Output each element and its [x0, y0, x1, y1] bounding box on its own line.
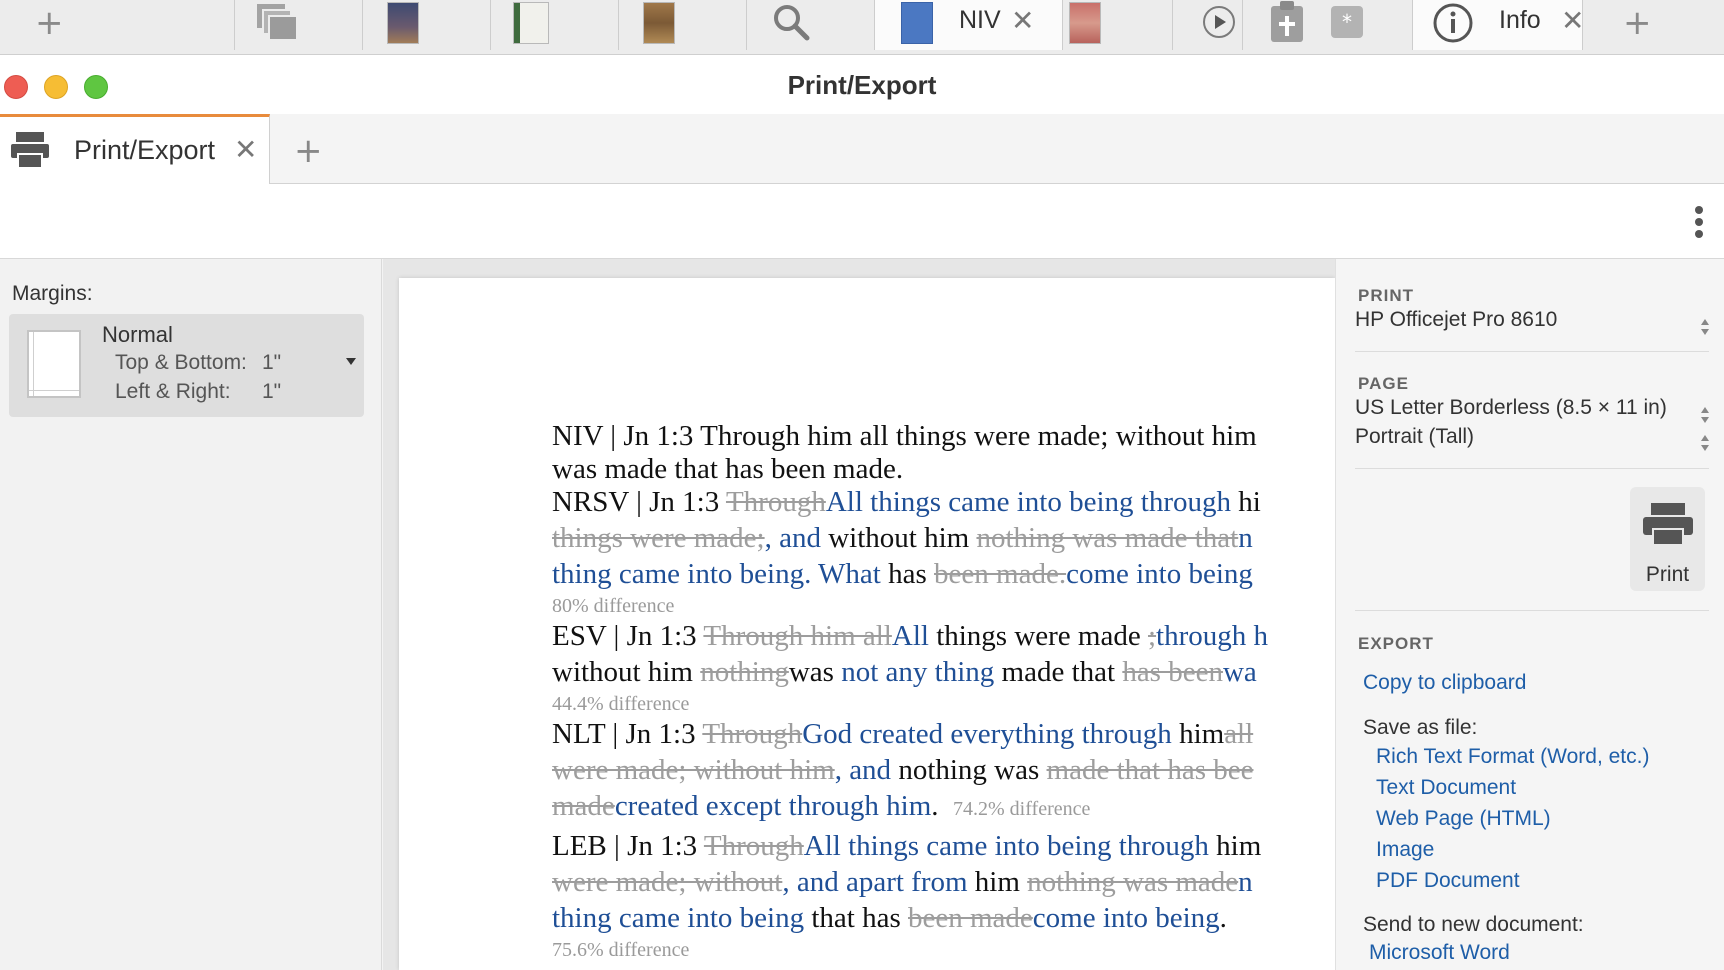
book-cover-thumbnail [1069, 2, 1101, 44]
top-bottom-value: 1" [262, 351, 282, 374]
nlt-line-3: madecreated except through him. 74.2% di… [552, 790, 1091, 822]
page-section-heading: PAGE [1358, 374, 1409, 393]
margin-preset-name: Normal [102, 322, 173, 347]
top-bottom-label: Top & Bottom: [115, 351, 247, 374]
plus-icon: + [35, 3, 64, 43]
add-tab-button[interactable]: + [294, 131, 323, 171]
book-cover-thumbnail [643, 2, 675, 44]
tab-clipboards[interactable]: * [1243, 0, 1413, 50]
printer-icon [1643, 503, 1693, 546]
divider [1355, 351, 1709, 352]
info-icon [1433, 3, 1473, 43]
stacked-windows-icon [257, 4, 298, 41]
print-section-heading: PRINT [1358, 286, 1414, 305]
tab-info-label: Info [1499, 6, 1541, 34]
svg-text:*: * [1342, 10, 1352, 34]
tab-info[interactable]: Info ✕ [1413, 0, 1584, 50]
tab-book-red[interactable] [1063, 0, 1173, 50]
tab-media[interactable] [1173, 0, 1243, 50]
tab-book-john[interactable] [363, 0, 491, 50]
export-section-heading: EXPORT [1358, 634, 1434, 653]
close-icon[interactable]: ✕ [1561, 4, 1584, 37]
save-as-file-label: Save as file: [1363, 716, 1478, 739]
more-options-icon[interactable] [1695, 206, 1705, 240]
tab-niv[interactable]: NIV ✕ [875, 0, 1063, 50]
left-right-value: 1" [262, 380, 282, 403]
copy-to-clipboard-link[interactable]: Copy to clipboard [1363, 671, 1526, 695]
close-icon[interactable]: ✕ [1011, 4, 1034, 37]
microsoft-word-link[interactable]: Microsoft Word [1369, 941, 1510, 965]
favorites-star-icon: * [1331, 6, 1363, 38]
save-pdf-link[interactable]: PDF Document [1376, 869, 1520, 893]
tab-book-brown[interactable] [619, 0, 747, 50]
print-export-panel [1335, 259, 1724, 970]
nrsv-difference: 80% difference [552, 595, 675, 617]
esv-line-1: ESV | Jn 1:3 Through him allAll things w… [552, 620, 1269, 652]
book-cover-thumbnail [513, 2, 549, 44]
nrsv-line-3: thing came into being. What has been mad… [552, 558, 1253, 590]
save-rtf-link[interactable]: Rich Text Format (Word, etc.) [1376, 745, 1649, 769]
left-right-label: Left & Right: [115, 380, 231, 403]
document-content: NIV | Jn 1:3 Through him all things were… [552, 420, 1335, 964]
niv-line-1: NIV | Jn 1:3 Through him all things were… [552, 420, 1257, 452]
tab-stacked-windows[interactable] [235, 0, 363, 50]
send-to-document-label: Send to new document: [1363, 913, 1584, 936]
orientation-select[interactable]: Portrait (Tall) [1355, 425, 1474, 449]
divider [1355, 610, 1709, 611]
esv-difference: 44.4% difference [552, 693, 690, 715]
play-icon [1203, 6, 1235, 38]
nlt-line-2: were made; without him, and nothing was … [552, 754, 1254, 786]
preview-page: NIV | Jn 1:3 Through him all things were… [399, 278, 1335, 970]
esv-line-2: without him nothingwas not any thing mad… [552, 656, 1257, 688]
nrsv-line-1: NRSV | Jn 1:3 ThroughAll things came int… [552, 486, 1261, 518]
save-text-link[interactable]: Text Document [1376, 776, 1516, 800]
orientation-stepper-icon[interactable] [1700, 435, 1710, 453]
nlt-line-1: NLT | Jn 1:3 ThroughGod created everythi… [552, 718, 1254, 750]
margins-label: Margins: [12, 282, 93, 305]
printer-stepper-icon[interactable] [1700, 319, 1710, 337]
tab-new[interactable]: + [7, 0, 235, 50]
clipboard-cross-icon [1271, 1, 1303, 42]
nrsv-line-2: things were made;, and without him nothi… [552, 522, 1253, 554]
app-window: + NIV ✕ * Info ✕ + Print/Export Print/Ex… [0, 0, 1724, 970]
paper-stepper-icon[interactable] [1700, 407, 1710, 425]
panel-toolbar [0, 184, 1724, 259]
page-margin-icon [27, 330, 81, 398]
leb-difference: 75.6% difference [552, 939, 690, 961]
printer-select[interactable]: HP Officejet Pro 8610 [1355, 308, 1557, 332]
tab-print-export-label: Print/Export [74, 135, 216, 165]
plus-icon: + [1623, 3, 1652, 43]
leb-line-2: were made; without, and apart from him n… [552, 866, 1253, 898]
window-title: Print/Export [787, 70, 937, 100]
printer-icon [11, 132, 49, 169]
save-image-link[interactable]: Image [1376, 838, 1434, 862]
search-icon [774, 5, 810, 41]
nlt-difference: 74.2% difference [953, 798, 1091, 820]
print-button-label: Print [1645, 563, 1690, 586]
tab-search[interactable] [747, 0, 875, 50]
tab-niv-label: NIV [959, 6, 1001, 34]
niv-bible-icon [901, 2, 933, 44]
paper-size-select[interactable]: US Letter Borderless (8.5 × 11 in) [1355, 396, 1667, 420]
leb-line-1: LEB | Jn 1:3 ThroughAll things came into… [552, 830, 1262, 862]
save-html-link[interactable]: Web Page (HTML) [1376, 807, 1551, 831]
leb-line-3: thing came into being that has been made… [552, 902, 1227, 934]
tab-book-commentary[interactable] [491, 0, 619, 50]
chevron-down-icon [346, 358, 356, 365]
divider [1355, 468, 1709, 469]
close-icon[interactable]: ✕ [234, 133, 257, 166]
tab-new-right[interactable]: + [1583, 0, 1724, 50]
book-cover-thumbnail [387, 2, 419, 44]
niv-line-2: was made that has been made. [552, 453, 904, 485]
